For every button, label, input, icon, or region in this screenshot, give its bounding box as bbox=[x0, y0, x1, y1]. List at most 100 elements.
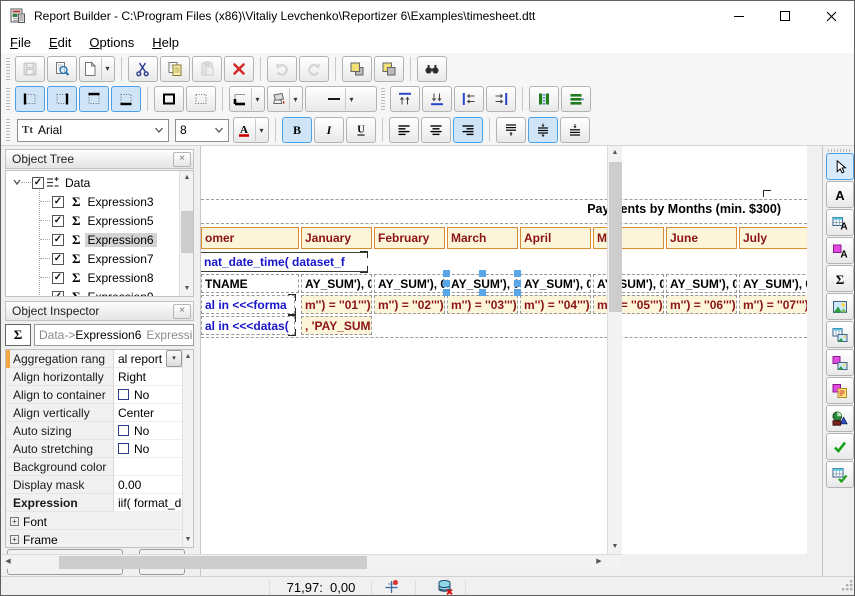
close-icon[interactable]: × bbox=[173, 152, 191, 167]
chevron-down-icon[interactable] bbox=[213, 124, 225, 136]
expand-plus-icon[interactable]: + bbox=[10, 517, 19, 526]
align-left-button[interactable] bbox=[454, 86, 484, 112]
expression-tool-button[interactable]: Σ bbox=[826, 265, 854, 292]
resize-grip[interactable] bbox=[842, 579, 853, 594]
checkbox-icon[interactable]: ✓ bbox=[52, 272, 64, 284]
expression-cell-sum[interactable]: AY_SUM'), 0) bbox=[666, 274, 737, 293]
column-header-month[interactable]: June bbox=[666, 227, 737, 249]
property-row[interactable]: Background color bbox=[6, 458, 182, 476]
align-top-button[interactable] bbox=[390, 86, 420, 112]
checkbox-icon[interactable] bbox=[118, 425, 129, 436]
paste-button[interactable] bbox=[192, 56, 222, 82]
property-row[interactable]: Align to containerNo bbox=[6, 386, 182, 404]
menu-file[interactable]: File bbox=[1, 33, 40, 52]
chevron-down-icon[interactable] bbox=[12, 176, 22, 190]
horizontal-scroll-thumb[interactable] bbox=[59, 556, 367, 569]
report-title-object[interactable]: Payments by Months (min. $300) bbox=[571, 202, 781, 216]
inspector-scrollbar[interactable]: ▲▼ bbox=[182, 350, 193, 547]
select-tool-button[interactable] bbox=[826, 153, 854, 180]
property-row[interactable]: Auto stretchingNo bbox=[6, 440, 182, 458]
make-same-width-button[interactable] bbox=[529, 86, 559, 112]
bring-to-front-button[interactable] bbox=[342, 56, 372, 82]
border-all-button[interactable] bbox=[154, 86, 184, 112]
send-to-back-button[interactable] bbox=[374, 56, 404, 82]
column-header-month[interactable]: July bbox=[739, 227, 807, 249]
expression-object[interactable]: al in <<<forma bbox=[201, 295, 295, 314]
tree-node-expression[interactable]: ✓ΣExpression3 bbox=[52, 192, 194, 211]
column-header-month[interactable]: January bbox=[301, 227, 372, 249]
tree-node-expression[interactable]: ✓ΣExpression8 bbox=[52, 268, 194, 287]
dropdown-arrow-icon[interactable]: ▾ bbox=[289, 88, 301, 110]
scroll-up-icon[interactable]: ▲ bbox=[181, 350, 194, 364]
tree-node-expression[interactable]: ✓ΣExpression5 bbox=[52, 211, 194, 230]
expression-cell-condition[interactable]: m'') = ''07''') bbox=[739, 295, 807, 314]
checkbox-icon[interactable]: ✓ bbox=[32, 177, 44, 189]
dropdown-arrow-icon[interactable]: ▾ bbox=[345, 88, 357, 110]
canvas-vertical-scrollbar[interactable]: ▲ ▼ bbox=[607, 146, 622, 554]
column-header-month[interactable]: April bbox=[520, 227, 591, 249]
selection-handle[interactable] bbox=[514, 270, 521, 277]
scroll-down-icon[interactable]: ▼ bbox=[181, 533, 194, 547]
scroll-thumb[interactable] bbox=[181, 211, 193, 253]
expression-cell-condition[interactable]: m'') = ''03''') bbox=[447, 295, 518, 314]
text-align-right-button[interactable] bbox=[453, 117, 483, 143]
expression-cell-condition[interactable]: m'') = ''04''') bbox=[520, 295, 591, 314]
align-bottom-button[interactable] bbox=[422, 86, 452, 112]
scroll-left-icon[interactable]: ◀ bbox=[1, 555, 15, 569]
maximize-button[interactable] bbox=[762, 1, 808, 31]
object-selector-combo[interactable]: Data-> Expression6 Expressi bbox=[34, 324, 194, 346]
db-checkbox-tool-button[interactable] bbox=[826, 461, 854, 488]
scroll-down-icon[interactable]: ▼ bbox=[180, 282, 194, 296]
tree-node-expression[interactable]: ✓ΣExpression9 bbox=[52, 287, 194, 297]
field-cell-custname[interactable]: TNAME bbox=[201, 274, 299, 293]
expression-cell-sum[interactable]: AY_SUM'), 0) bbox=[520, 274, 591, 293]
property-row[interactable]: Aggregation rangal report▾ bbox=[6, 350, 182, 368]
checkbox-icon[interactable]: ✓ bbox=[52, 215, 64, 227]
expression-image-tool-button[interactable] bbox=[826, 349, 854, 376]
close-icon[interactable]: × bbox=[173, 304, 191, 319]
db-text-tool-button[interactable]: A bbox=[826, 209, 854, 236]
chevron-down-icon[interactable] bbox=[192, 328, 194, 343]
expression-object[interactable]: al in <<<datas( bbox=[201, 316, 295, 335]
checkbox-icon[interactable]: ✓ bbox=[52, 234, 64, 246]
delete-button[interactable] bbox=[224, 56, 254, 82]
bold-button[interactable]: B bbox=[282, 117, 312, 143]
menu-help[interactable]: Help bbox=[143, 33, 188, 52]
frame-type-button[interactable]: ▾ bbox=[229, 86, 265, 112]
tree-node-data[interactable]: ✓Data bbox=[12, 173, 182, 192]
expression-cell-condition[interactable]: m'') = ''05''') bbox=[593, 295, 664, 314]
print-preview-button[interactable] bbox=[47, 56, 77, 82]
property-category-font[interactable]: +Font bbox=[6, 512, 182, 530]
vertical-scroll-thumb[interactable] bbox=[609, 162, 622, 312]
dropdown-arrow-icon[interactable]: ▾ bbox=[255, 119, 267, 141]
border-right-button[interactable] bbox=[47, 86, 77, 112]
chart-tool-button[interactable] bbox=[826, 405, 854, 432]
make-same-height-button[interactable] bbox=[561, 86, 591, 112]
db-image-tool-button[interactable] bbox=[826, 321, 854, 348]
font-size-combo[interactable]: 8 bbox=[175, 119, 229, 142]
copy-button[interactable] bbox=[160, 56, 190, 82]
text-valign-bottom-button[interactable] bbox=[560, 117, 590, 143]
dropdown-arrow-icon[interactable]: ▾ bbox=[251, 88, 263, 110]
property-row[interactable]: Auto sizingNo bbox=[6, 422, 182, 440]
expression-cell-sum[interactable]: AY_SUM'), 0) bbox=[739, 274, 807, 293]
expression-cell-condition[interactable]: m'') = ''06''') bbox=[666, 295, 737, 314]
text-valign-top-button[interactable] bbox=[496, 117, 526, 143]
property-row[interactable]: Display mask0.00 bbox=[6, 476, 182, 494]
report-design-canvas[interactable]: Payments by Months (min. $300) omerJanua… bbox=[201, 146, 807, 554]
minimize-button[interactable] bbox=[716, 1, 762, 31]
cut-button[interactable] bbox=[128, 56, 158, 82]
redo-button[interactable] bbox=[299, 56, 329, 82]
property-value[interactable] bbox=[114, 458, 182, 476]
selection-handle[interactable] bbox=[443, 270, 450, 277]
close-button[interactable] bbox=[808, 1, 854, 31]
italic-button[interactable]: I bbox=[314, 117, 344, 143]
label-tool-button[interactable]: A bbox=[826, 181, 854, 208]
line-style-button[interactable]: ▾ bbox=[305, 86, 377, 112]
border-none-button[interactable] bbox=[186, 86, 216, 112]
border-top-button[interactable] bbox=[79, 86, 109, 112]
scroll-up-icon[interactable]: ▲ bbox=[180, 171, 194, 185]
border-left-button[interactable] bbox=[15, 86, 45, 112]
property-value[interactable]: No bbox=[114, 386, 182, 404]
align-right-button[interactable] bbox=[486, 86, 516, 112]
